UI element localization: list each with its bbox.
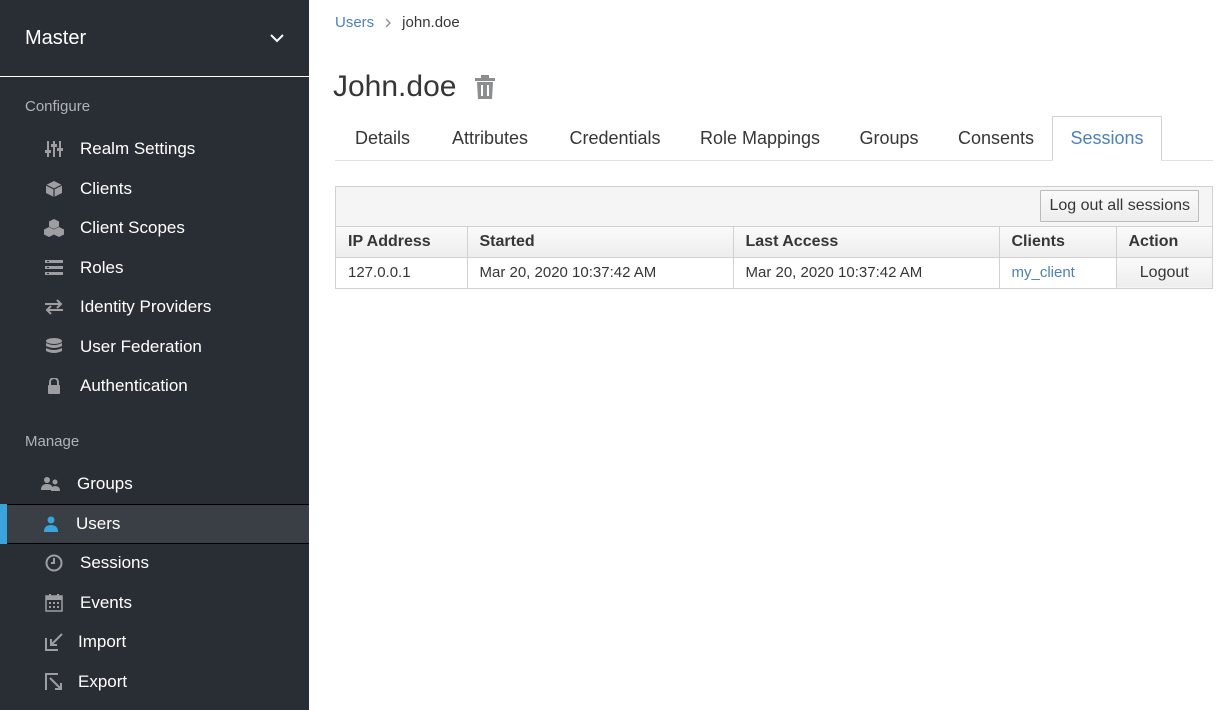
tab-sessions[interactable]: Sessions — [1052, 116, 1162, 161]
tab-bar: Details Attributes Credentials Role Mapp… — [335, 116, 1213, 161]
column-header-ip[interactable]: IP Address — [336, 227, 468, 258]
exchange-icon — [43, 296, 65, 318]
tab-label: Sessions — [1070, 128, 1144, 148]
sidebar: Master Configure Realm Settings Clients … — [0, 0, 309, 710]
tab-label: Role Mappings — [699, 128, 821, 148]
database-icon — [43, 336, 65, 358]
sidebar-item-users[interactable]: Users — [0, 504, 309, 544]
user-icon — [40, 513, 62, 535]
column-header-clients[interactable]: Clients — [999, 227, 1117, 258]
breadcrumb-current: john.doe — [402, 14, 460, 31]
lock-icon — [43, 375, 65, 397]
manage-section-title: Manage — [25, 433, 80, 450]
sidebar-item-label: Export — [78, 672, 128, 691]
sidebar-item-export[interactable]: Export — [0, 662, 309, 702]
sidebar-item-user-federation[interactable]: User Federation — [0, 327, 309, 367]
cube-icon — [43, 178, 65, 200]
tab-label: Credentials — [569, 128, 661, 148]
tab-details[interactable]: Details — [335, 116, 430, 161]
users-icon — [40, 473, 62, 495]
calendar-icon — [43, 592, 65, 614]
sidebar-item-label: Realm Settings — [80, 139, 196, 158]
sliders-icon — [43, 138, 65, 160]
sidebar-item-authentication[interactable]: Authentication — [0, 366, 309, 406]
cell-ip: 127.0.0.1 — [336, 257, 468, 288]
tab-groups[interactable]: Groups — [845, 116, 933, 161]
import-icon — [43, 631, 65, 653]
sidebar-item-label: Import — [78, 632, 127, 651]
realm-name: Master — [25, 26, 87, 49]
cell-last-access: Mar 20, 2020 10:37:42 AM — [733, 257, 1000, 288]
tab-attributes[interactable]: Attributes — [435, 116, 545, 161]
column-header-started[interactable]: Started — [467, 227, 734, 258]
column-header-last-access[interactable]: Last Access — [733, 227, 1000, 258]
sidebar-item-label: User Federation — [80, 337, 202, 356]
tab-label: Groups — [859, 128, 919, 148]
logout-all-sessions-button[interactable]: Log out all sessions — [1040, 190, 1199, 222]
list-icon — [43, 257, 65, 279]
column-header-action: Action — [1116, 227, 1212, 258]
sidebar-item-identity-providers[interactable]: Identity Providers — [0, 287, 309, 327]
sessions-table: IP Address Started Last Access Clients A… — [336, 227, 1212, 288]
sessions-table-container: Log out all sessions IP Address Started … — [335, 186, 1213, 289]
realm-selector[interactable]: Master — [0, 0, 309, 77]
sidebar-item-groups[interactable]: Groups — [0, 464, 309, 504]
tab-label: Attributes — [451, 128, 529, 148]
export-icon — [43, 671, 65, 693]
breadcrumb-users-link[interactable]: Users — [335, 14, 374, 31]
table-row: 127.0.0.1 Mar 20, 2020 10:37:42 AM Mar 2… — [336, 257, 1212, 288]
main-content: Users john.doe John.doe Details Attribut… — [310, 0, 1223, 710]
client-link[interactable]: my_client — [999, 257, 1117, 288]
tab-label: Details — [354, 128, 411, 148]
sidebar-item-label: Clients — [80, 179, 132, 198]
sidebar-item-label: Sessions — [80, 553, 149, 572]
breadcrumb: Users john.doe — [335, 14, 460, 31]
cubes-icon — [43, 217, 65, 239]
page-title: John.doe — [333, 70, 457, 103]
sidebar-item-client-scopes[interactable]: Client Scopes — [0, 208, 309, 248]
sidebar-item-label: Client Scopes — [80, 218, 185, 237]
table-toolbar: Log out all sessions — [336, 187, 1212, 227]
trash-icon[interactable] — [474, 73, 498, 101]
sidebar-item-label: Identity Providers — [80, 297, 212, 316]
chevron-down-icon — [269, 30, 285, 46]
configure-section-title: Configure — [25, 98, 91, 115]
sidebar-item-label: Users — [76, 514, 121, 533]
sidebar-item-realm-settings[interactable]: Realm Settings — [0, 129, 309, 169]
clock-icon — [43, 552, 65, 574]
sidebar-item-import[interactable]: Import — [0, 622, 309, 662]
sidebar-item-roles[interactable]: Roles — [0, 248, 309, 288]
tab-credentials[interactable]: Credentials — [555, 116, 675, 161]
sidebar-item-label: Authentication — [80, 376, 188, 395]
chevron-right-icon — [385, 15, 392, 31]
table-header-row: IP Address Started Last Access Clients A… — [336, 227, 1212, 258]
sidebar-item-label: Events — [80, 593, 132, 612]
tab-role-mappings[interactable]: Role Mappings — [685, 116, 835, 161]
tab-consents[interactable]: Consents — [945, 116, 1047, 161]
sidebar-item-label: Roles — [80, 258, 124, 277]
sidebar-item-sessions[interactable]: Sessions — [0, 543, 309, 583]
page-title-wrap: John.doe — [333, 70, 498, 104]
sidebar-item-label: Groups — [77, 474, 133, 493]
cell-started: Mar 20, 2020 10:37:42 AM — [467, 257, 734, 288]
tab-label: Consents — [957, 128, 1035, 148]
sidebar-item-clients[interactable]: Clients — [0, 169, 309, 209]
sidebar-item-events[interactable]: Events — [0, 583, 309, 623]
logout-button[interactable]: Logout — [1116, 257, 1212, 288]
